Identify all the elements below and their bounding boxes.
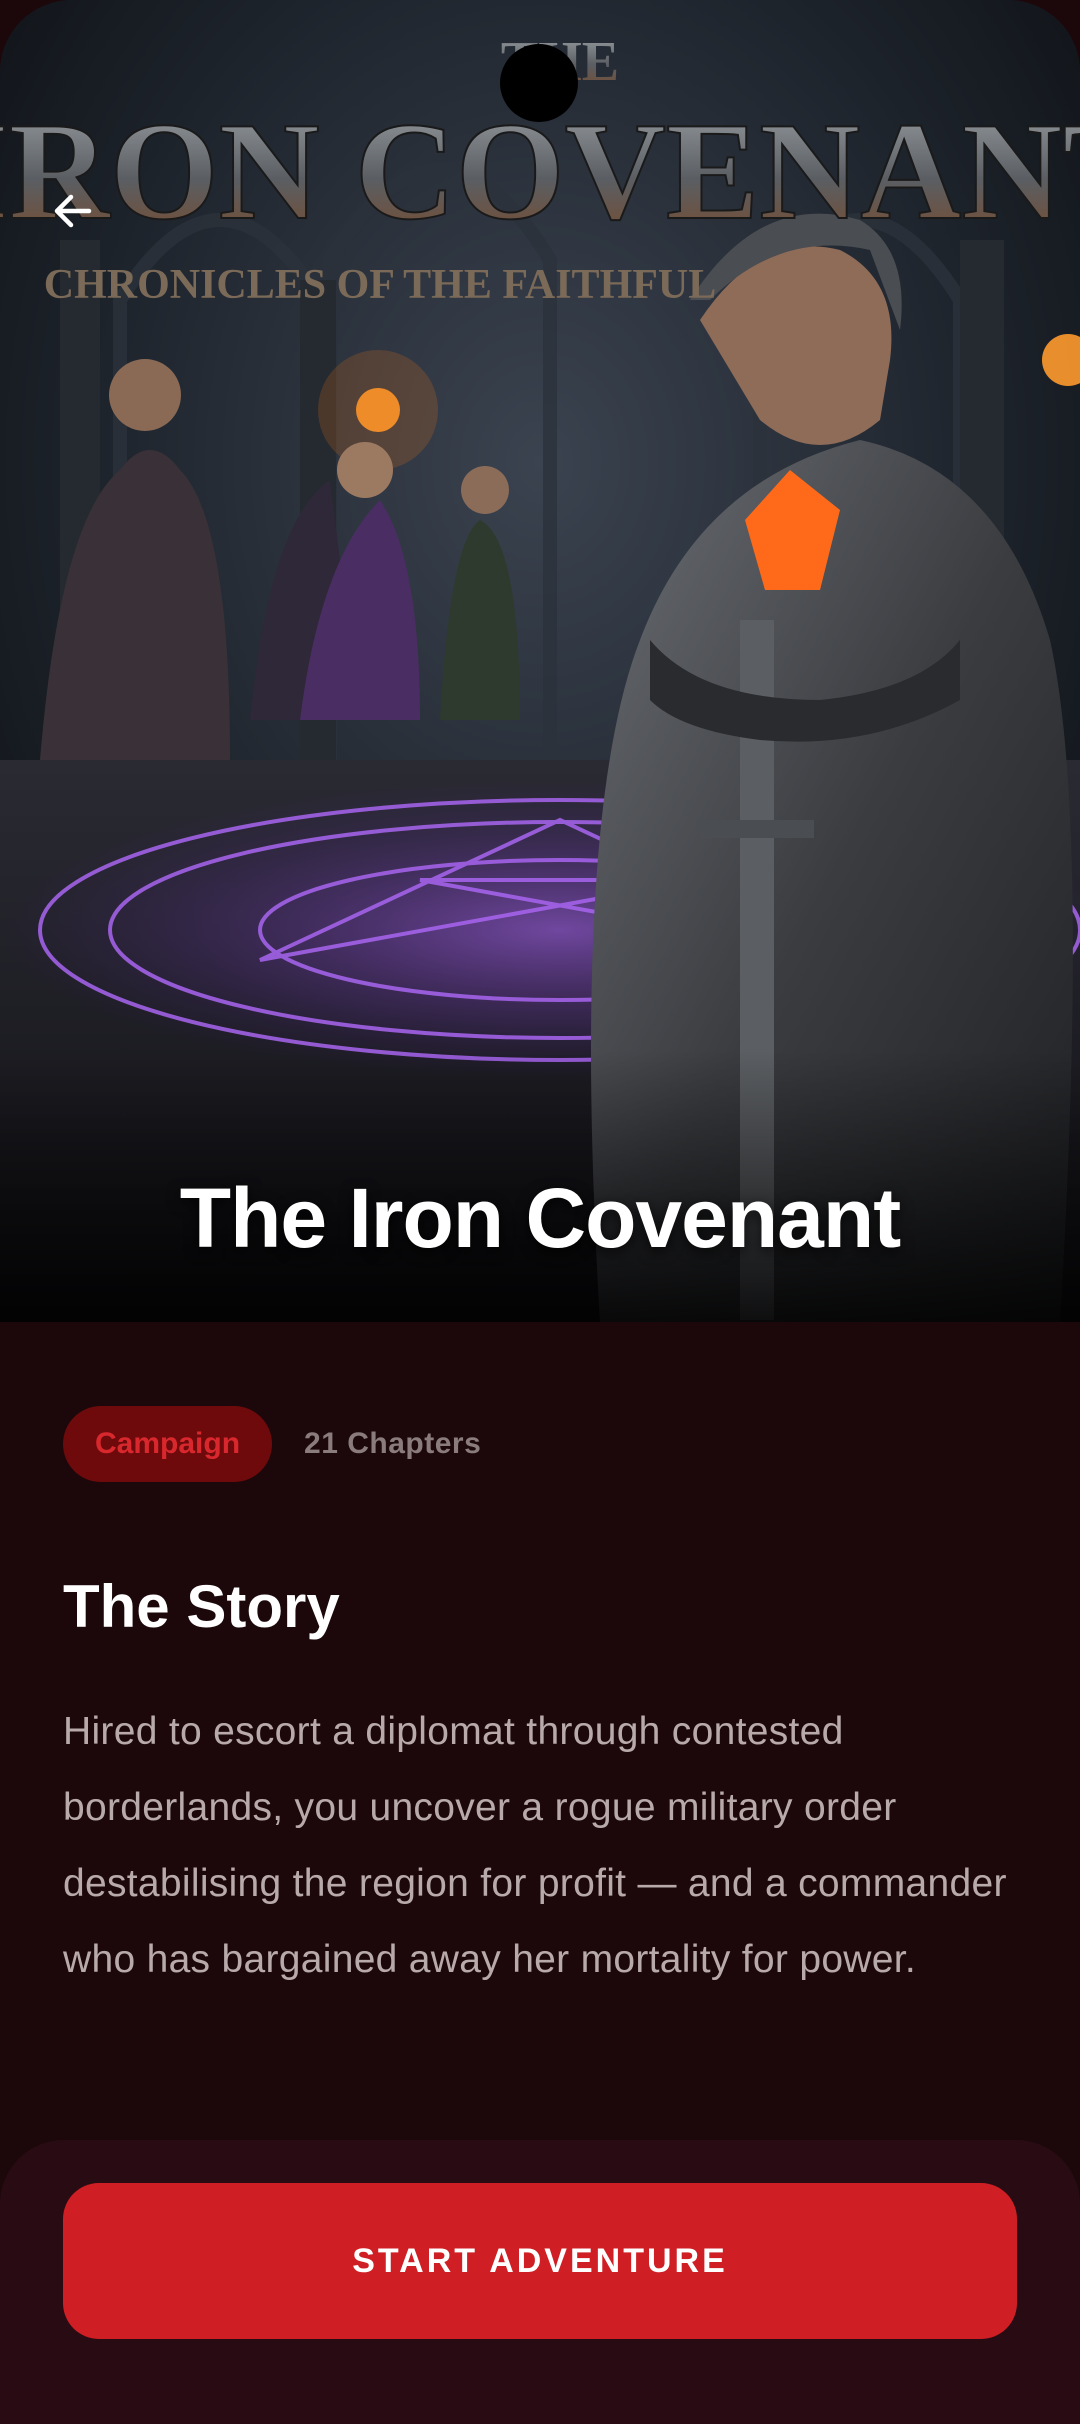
arrow-left-icon [54,194,92,228]
page-title: The Iron Covenant [179,1171,901,1265]
hero-banner: THE IRON COVENANT CHRONICLES OF THE FAIT… [0,0,1080,1322]
story-description: Hired to escort a diplomat through conte… [63,1710,1007,1981]
camera-cutout [500,44,578,122]
campaign-badge: Campaign [63,1406,273,1482]
art-subtitle: CHRONICLES OF THE FAITHFUL [44,262,717,308]
meta-row: Campaign 21 Chapters [63,1406,481,1482]
chapter-count: 21 Chapters [304,1427,482,1460]
back-button[interactable] [38,176,108,246]
story-heading: The Story [63,1573,340,1640]
start-adventure-button[interactable]: START ADVENTURE [63,2183,1017,2339]
cover-art-image: THE IRON COVENANT CHRONICLES OF THE FAIT… [0,0,1080,1322]
